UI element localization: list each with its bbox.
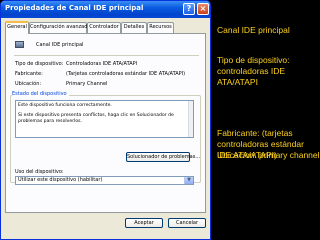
title-bar[interactable]: Propiedades de Canal IDE principal ? × xyxy=(1,1,210,18)
troubleshooter-button[interactable]: Solucionador de problemas... xyxy=(126,152,200,162)
tab-resources[interactable]: Recursos xyxy=(147,22,174,33)
tab-advanced-settings[interactable]: Configuración avanzada xyxy=(29,22,90,33)
status-textbox[interactable]: Este dispositivo funciona correctamente.… xyxy=(15,100,194,138)
location-value: Primary Channel xyxy=(66,81,108,87)
status-scrollbar[interactable] xyxy=(188,101,193,137)
status-line-ok: Este dispositivo funciona correctamente. xyxy=(18,103,112,108)
status-line-help: Si este dispositivo presenta conflictos,… xyxy=(18,113,174,124)
device-type-label: Tipo de dispositivo: xyxy=(15,61,64,67)
help-button[interactable]: ? xyxy=(183,3,195,15)
location-label: Ubicación: xyxy=(15,81,42,87)
manufacturer-value: (Tarjetas controladoras estándar IDE ATA… xyxy=(66,71,186,77)
device-usage-value: Utilizar este dispositivo (habilitar) xyxy=(18,177,103,183)
slide-notes: Canal IDE principal Tipo de dispositivo:… xyxy=(214,0,320,240)
divider xyxy=(14,55,199,56)
ok-button[interactable]: Aceptar xyxy=(125,218,163,228)
tab-details[interactable]: Detalles xyxy=(121,22,147,33)
properties-dialog: Propiedades de Canal IDE principal ? × G… xyxy=(0,0,211,240)
ide-controller-icon xyxy=(15,41,24,48)
cancel-button[interactable]: Cancelar xyxy=(168,218,206,228)
manufacturer-label: Fabricante: xyxy=(15,71,43,77)
tab-general[interactable]: General xyxy=(5,21,29,34)
note-location: Ubicacion: primary channel xyxy=(217,150,320,160)
tab-driver[interactable]: Controlador xyxy=(87,22,121,33)
general-panel: Canal IDE principal Tipo de dispositivo:… xyxy=(5,33,206,213)
note-device-name: Canal IDE principal xyxy=(217,25,290,35)
device-type-value: Controladoras IDE ATA/ATAPI xyxy=(66,61,138,67)
device-usage-select[interactable]: Utilizar este dispositivo (habilitar) ▼ xyxy=(15,176,194,185)
status-group-title: Estado del dispositivo xyxy=(12,91,69,97)
note-device-type: Tipo de dispositivo: controladoras IDE A… xyxy=(217,55,290,87)
device-name: Canal IDE principal xyxy=(36,42,84,48)
window-title: Propiedades de Canal IDE principal xyxy=(5,4,144,12)
chevron-down-icon[interactable]: ▼ xyxy=(184,177,193,184)
device-usage-label: Uso del dispositivo: xyxy=(15,169,64,175)
close-button[interactable]: × xyxy=(197,3,209,15)
